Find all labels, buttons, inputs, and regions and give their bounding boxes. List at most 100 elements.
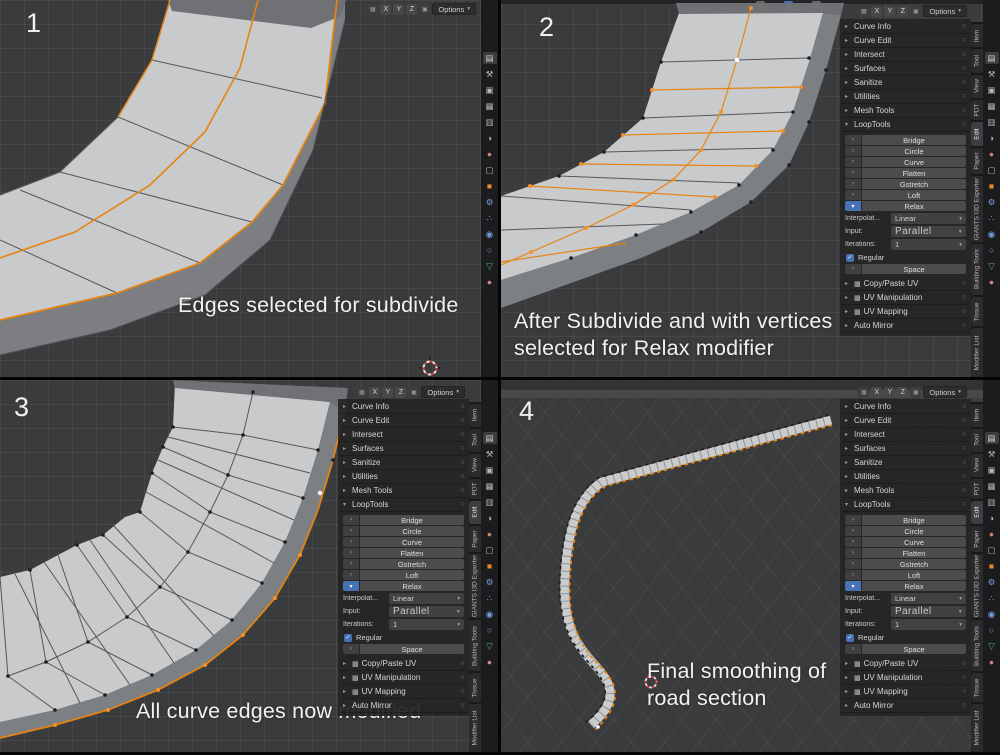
tab-giants-i3d-exporter[interactable]: GIANTS I3D Exporter bbox=[971, 176, 983, 242]
tab-tissue[interactable]: Tissue bbox=[469, 673, 481, 702]
tool-button-flatten[interactable]: Flatten bbox=[862, 548, 966, 558]
tool-button-gstretch[interactable]: Gstretch bbox=[862, 179, 966, 189]
section-header-curve-edit[interactable]: ▸Curve Edit≡ bbox=[340, 414, 467, 428]
object-icon[interactable]: ■ bbox=[985, 560, 999, 572]
modifier-icon[interactable]: ⚙ bbox=[483, 576, 497, 588]
particles-icon[interactable]: ∴ bbox=[985, 592, 999, 604]
section-header-surfaces[interactable]: ▸Surfaces≡ bbox=[842, 62, 969, 76]
tab-building-tools[interactable]: Building Tools bbox=[971, 620, 983, 671]
section-header-sanitize[interactable]: ▸Sanitize≡ bbox=[842, 456, 969, 470]
editor-type-icon[interactable]: ▤ bbox=[483, 432, 497, 444]
tab-tissue[interactable]: Tissue bbox=[971, 673, 983, 702]
render-icon[interactable]: ▣ bbox=[483, 464, 497, 476]
object-data-icon[interactable]: ▽ bbox=[483, 640, 497, 652]
axis-button-x[interactable]: X bbox=[369, 387, 380, 398]
material-icon[interactable]: ● bbox=[483, 656, 497, 668]
tool-button-relax[interactable]: Relax bbox=[360, 581, 464, 591]
view-layer-icon[interactable]: ▥ bbox=[483, 116, 497, 128]
constraints-icon[interactable]: ○ bbox=[985, 244, 999, 256]
modifier-icon[interactable]: ⚙ bbox=[985, 576, 999, 588]
tool-icon[interactable]: ⚒ bbox=[483, 68, 497, 80]
render-icon[interactable]: ▣ bbox=[985, 84, 999, 96]
proportional-grid-icon[interactable]: ▦ bbox=[367, 4, 378, 15]
section-header-auto-mirror[interactable]: ▸Auto Mirror≡ bbox=[842, 319, 969, 333]
tab-item[interactable]: Item bbox=[971, 404, 983, 427]
section-header-surfaces[interactable]: ▸Surfaces≡ bbox=[340, 442, 467, 456]
tool-button-circle[interactable]: Circle bbox=[360, 526, 464, 536]
expander-bridge[interactable]: › bbox=[845, 135, 861, 145]
editor-type-icon[interactable]: ▤ bbox=[985, 432, 999, 444]
dropdown-input[interactable]: Parallel▾ bbox=[891, 606, 966, 617]
expander-curve[interactable]: › bbox=[845, 157, 861, 167]
section-header-surfaces[interactable]: ▸Surfaces≡ bbox=[842, 442, 969, 456]
section-header-auto-mirror[interactable]: ▸Auto Mirror≡ bbox=[340, 699, 467, 713]
tool-button-curve[interactable]: Curve bbox=[862, 157, 966, 167]
tool-button-gstretch[interactable]: Gstretch bbox=[360, 559, 464, 569]
particles-icon[interactable]: ∴ bbox=[483, 212, 497, 224]
editor-type-icon[interactable]: ▤ bbox=[483, 52, 497, 64]
section-header-utilities[interactable]: ▸Utilities≡ bbox=[842, 470, 969, 484]
dropdown-input[interactable]: Parallel▾ bbox=[891, 226, 966, 237]
section-header-curve-edit[interactable]: ▸Curve Edit≡ bbox=[842, 414, 969, 428]
collection-icon[interactable]: ▢ bbox=[483, 544, 497, 556]
space-button[interactable]: Space bbox=[360, 644, 464, 654]
tab-edit[interactable]: Edit bbox=[971, 501, 983, 524]
dropdown-iterations[interactable]: 1▾ bbox=[891, 619, 966, 630]
tab-modifier-list[interactable]: Modifier List bbox=[971, 704, 983, 752]
world-icon[interactable]: ● bbox=[985, 148, 999, 160]
expander-open-relax[interactable]: ▾ bbox=[845, 581, 861, 591]
tool-button-flatten[interactable]: Flatten bbox=[360, 548, 464, 558]
gizmo-icon[interactable]: ▣ bbox=[910, 387, 921, 398]
object-data-icon[interactable]: ▽ bbox=[985, 640, 999, 652]
view-layer-icon[interactable]: ▥ bbox=[985, 116, 999, 128]
view-layer-icon[interactable]: ▥ bbox=[483, 496, 497, 508]
object-icon[interactable]: ■ bbox=[483, 560, 497, 572]
tab-paper[interactable]: Paper bbox=[971, 526, 983, 552]
options-dropdown[interactable]: Options▾ bbox=[923, 386, 967, 398]
axis-button-z[interactable]: Z bbox=[897, 6, 908, 17]
axis-button-z[interactable]: Z bbox=[897, 387, 908, 398]
tool-button-circle[interactable]: Circle bbox=[862, 146, 966, 156]
checkbox-checked-icon[interactable]: ✓ bbox=[846, 254, 854, 262]
constraints-icon[interactable]: ○ bbox=[483, 244, 497, 256]
scene-icon[interactable]: ◑ bbox=[985, 512, 999, 524]
section-header-mesh-tools[interactable]: ▸Mesh Tools≡ bbox=[842, 104, 969, 118]
expander-space[interactable]: › bbox=[845, 264, 861, 274]
tab-pdt[interactable]: PDT bbox=[971, 479, 983, 499]
scene-icon[interactable]: ◑ bbox=[483, 512, 497, 524]
section-header-auto-mirror[interactable]: ▸Auto Mirror≡ bbox=[842, 699, 969, 713]
expander-open-relax[interactable]: ▾ bbox=[845, 201, 861, 211]
section-header-curve-info[interactable]: ▸Curve Info≡ bbox=[842, 400, 969, 414]
output-icon[interactable]: ▦ bbox=[483, 480, 497, 492]
tool-button-bridge[interactable]: Bridge bbox=[862, 515, 966, 525]
expander-space[interactable]: › bbox=[845, 644, 861, 654]
checkbox-checked-icon[interactable]: ✓ bbox=[846, 634, 854, 642]
output-icon[interactable]: ▦ bbox=[985, 480, 999, 492]
tool-button-relax[interactable]: Relax bbox=[862, 581, 966, 591]
expander-curve[interactable]: › bbox=[845, 537, 861, 547]
expander-space[interactable]: › bbox=[343, 644, 359, 654]
world-icon[interactable]: ● bbox=[483, 148, 497, 160]
tab-giants-i3d-exporter[interactable]: GIANTS I3D Exporter bbox=[469, 554, 481, 619]
tab-pdt[interactable]: PDT bbox=[971, 100, 983, 120]
proportional-grid-icon[interactable]: ▦ bbox=[858, 387, 869, 398]
editor-type-icon[interactable]: ▤ bbox=[985, 52, 999, 64]
tab-tool[interactable]: Tool bbox=[469, 429, 481, 452]
section-header-sanitize[interactable]: ▸Sanitize≡ bbox=[842, 76, 969, 90]
tab-pdt[interactable]: PDT bbox=[469, 479, 481, 499]
tool-button-loft[interactable]: Loft bbox=[360, 570, 464, 580]
physics-icon[interactable]: ◉ bbox=[985, 608, 999, 620]
section-header-uv-manipulation[interactable]: ▸▩UV Manipulation≡ bbox=[340, 671, 467, 685]
tool-icon[interactable]: ⚒ bbox=[985, 68, 999, 80]
axis-button-y[interactable]: Y bbox=[382, 387, 393, 398]
space-button[interactable]: Space bbox=[862, 264, 966, 274]
world-icon[interactable]: ● bbox=[483, 528, 497, 540]
tab-view[interactable]: View bbox=[971, 454, 983, 477]
expander-open-relax[interactable]: ▾ bbox=[343, 581, 359, 591]
options-dropdown[interactable]: Options▾ bbox=[923, 5, 967, 17]
section-header-looptools[interactable]: ▾LoopTools≡ bbox=[842, 498, 969, 512]
tool-icon[interactable]: ⚒ bbox=[985, 448, 999, 460]
dropdown-interpolat[interactable]: Linear▾ bbox=[389, 593, 464, 604]
tab-giants-i3d-exporter[interactable]: GIANTS I3D Exporter bbox=[971, 554, 983, 619]
tab-tissue[interactable]: Tissue bbox=[971, 297, 983, 326]
